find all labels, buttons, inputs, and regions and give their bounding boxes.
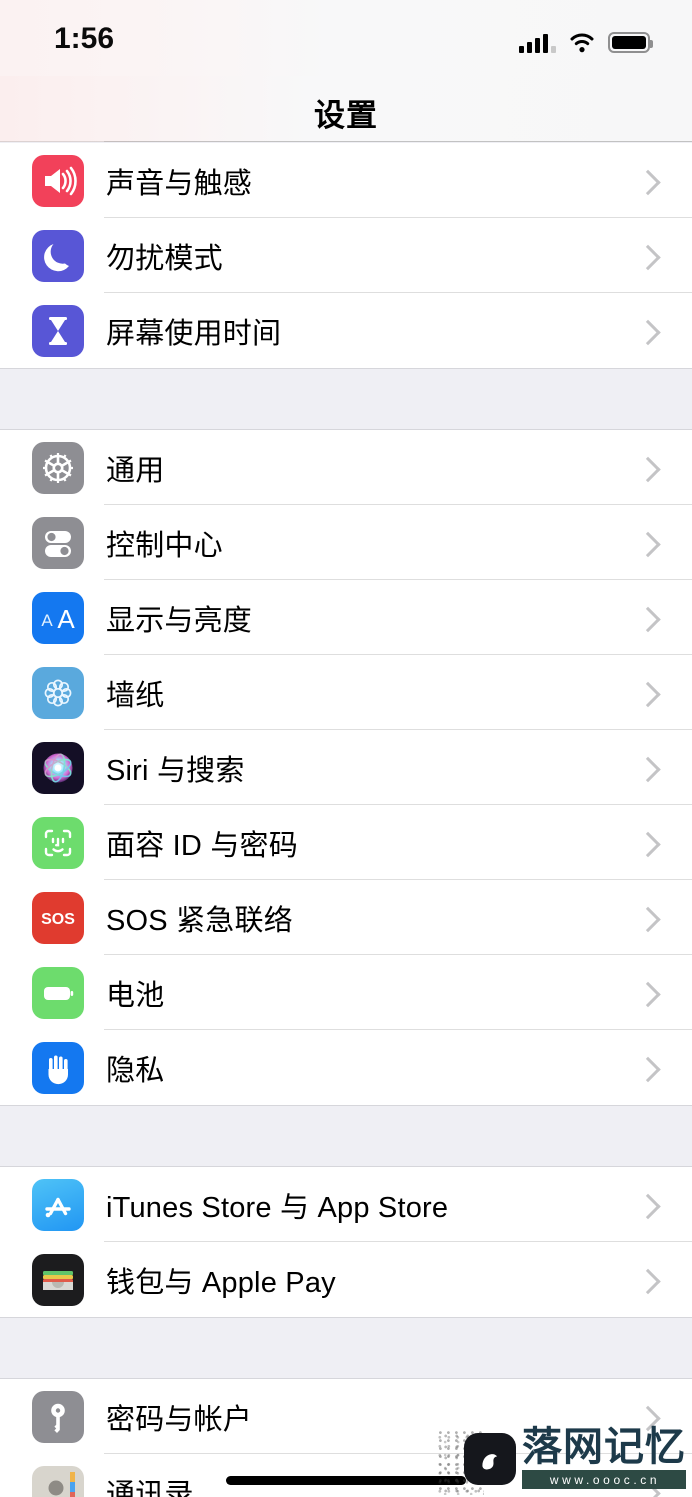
settings-row-do-not-disturb[interactable]: 勿扰模式 — [0, 218, 692, 293]
settings-row-label: 屏幕使用时间 — [106, 317, 282, 350]
wallet-icon — [32, 1253, 84, 1306]
settings-group-sound: 声音与触感 勿扰模式 屏幕使用时间 — [0, 143, 692, 368]
siri-orb-icon — [32, 741, 84, 794]
settings-row-screen-time[interactable]: 屏幕使用时间 — [0, 293, 692, 368]
chevron-right-icon — [639, 1484, 654, 1497]
settings-row-label: 面容 ID 与密码 — [106, 829, 298, 862]
sos-icon: SOS — [32, 891, 84, 944]
settings-row-label: 隐私 — [106, 1054, 165, 1087]
chevron-right-icon — [639, 835, 654, 850]
page-title: 设置 — [314, 98, 378, 133]
flower-wallpaper-icon — [32, 666, 84, 719]
chevron-right-icon — [639, 985, 654, 1000]
settings-row-battery[interactable]: 电池 — [0, 955, 692, 1030]
settings-row-display-brightness[interactable]: A A 显示与亮度 — [0, 580, 692, 655]
face-id-icon — [32, 816, 84, 869]
gear-icon — [32, 441, 84, 494]
settings-row-label: 密码与帐户 — [106, 1403, 253, 1436]
battery-icon — [32, 966, 84, 1019]
chevron-right-icon — [639, 910, 654, 925]
settings-list[interactable]: 声音与触感 勿扰模式 屏幕使用时间 通用 控制中心 A A 显示与亮度 墙纸 S… — [0, 143, 692, 1497]
chevron-right-icon — [639, 173, 654, 188]
contacts-icon — [32, 1465, 84, 1497]
group-gap-1 — [0, 368, 692, 430]
svg-text:A: A — [57, 604, 75, 634]
chevron-right-icon — [639, 248, 654, 263]
iphone-settings-screen: 1:56 设置 声音与触感 勿扰模式 屏幕使用时间 通用 控制中心 A A 显示… — [0, 0, 692, 1497]
hourglass-icon — [32, 304, 84, 357]
open-hand-icon — [32, 1041, 84, 1094]
settings-row-control-center[interactable]: 控制中心 — [0, 505, 692, 580]
svg-text:SOS: SOS — [41, 911, 75, 928]
settings-row-label: 电池 — [106, 979, 165, 1012]
settings-row-label: iTunes Store 与 App Store — [106, 1191, 449, 1224]
cellular-signal-icon — [519, 32, 556, 53]
settings-row-label: 钱包与 Apple Pay — [106, 1266, 336, 1299]
chevron-right-icon — [639, 685, 654, 700]
chevron-right-icon — [639, 1060, 654, 1075]
status-bar: 1:56 — [0, 0, 692, 76]
settings-row-label: 显示与亮度 — [106, 604, 253, 637]
settings-row-wallet-apple-pay[interactable]: 钱包与 Apple Pay — [0, 1242, 692, 1317]
settings-row-siri-search[interactable]: Siri 与搜索 — [0, 730, 692, 805]
chevron-right-icon — [639, 535, 654, 550]
settings-row-passwords-accounts[interactable]: 密码与帐户 — [0, 1379, 692, 1454]
settings-row-label: SOS 紧急联络 — [106, 904, 293, 937]
chevron-right-icon — [639, 760, 654, 775]
status-bar-time: 1:56 — [54, 22, 115, 55]
settings-row-privacy[interactable]: 隐私 — [0, 1030, 692, 1105]
settings-row-label: Siri 与搜索 — [106, 754, 245, 787]
key-icon — [32, 1390, 84, 1443]
settings-row-sound-haptics[interactable]: 声音与触感 — [0, 143, 692, 218]
settings-row-label: 控制中心 — [106, 529, 223, 562]
navigation-bar: 设置 — [0, 76, 692, 142]
settings-group-stores: iTunes Store 与 App Store 钱包与 Apple Pay — [0, 1167, 692, 1317]
settings-row-label: 墙纸 — [106, 679, 165, 712]
group-gap-2 — [0, 1105, 692, 1167]
chevron-right-icon — [639, 323, 654, 338]
toggles-icon — [32, 516, 84, 569]
battery-full-icon — [608, 32, 653, 53]
settings-row-label: 声音与触感 — [106, 167, 253, 200]
home-indicator[interactable] — [226, 1476, 466, 1485]
speaker-waves-icon — [32, 154, 84, 207]
settings-row-label: 通用 — [106, 454, 165, 487]
chevron-right-icon — [639, 1272, 654, 1287]
aa-text-size-icon: A A — [32, 591, 84, 644]
app-store-icon — [32, 1178, 84, 1231]
chevron-right-icon — [639, 610, 654, 625]
settings-row-label: 通讯录 — [106, 1478, 194, 1497]
settings-row-face-id-passcode[interactable]: 面容 ID 与密码 — [0, 805, 692, 880]
scrolled-row-sliver — [104, 141, 692, 142]
wifi-icon — [570, 33, 594, 53]
crescent-moon-icon — [32, 229, 84, 282]
chevron-right-icon — [639, 1197, 654, 1212]
settings-row-itunes-app-store[interactable]: iTunes Store 与 App Store — [0, 1167, 692, 1242]
settings-row-label: 勿扰模式 — [106, 242, 223, 275]
settings-row-emergency-sos[interactable]: SOS SOS 紧急联络 — [0, 880, 692, 955]
settings-row-general[interactable]: 通用 — [0, 430, 692, 505]
chevron-right-icon — [639, 460, 654, 475]
chevron-right-icon — [639, 1409, 654, 1424]
settings-row-wallpaper[interactable]: 墙纸 — [0, 655, 692, 730]
status-bar-indicators — [519, 27, 653, 53]
group-gap-3 — [0, 1317, 692, 1379]
svg-text:A: A — [41, 611, 53, 630]
settings-group-system: 通用 控制中心 A A 显示与亮度 墙纸 Siri 与搜索 面容 ID 与密码 … — [0, 430, 692, 1105]
